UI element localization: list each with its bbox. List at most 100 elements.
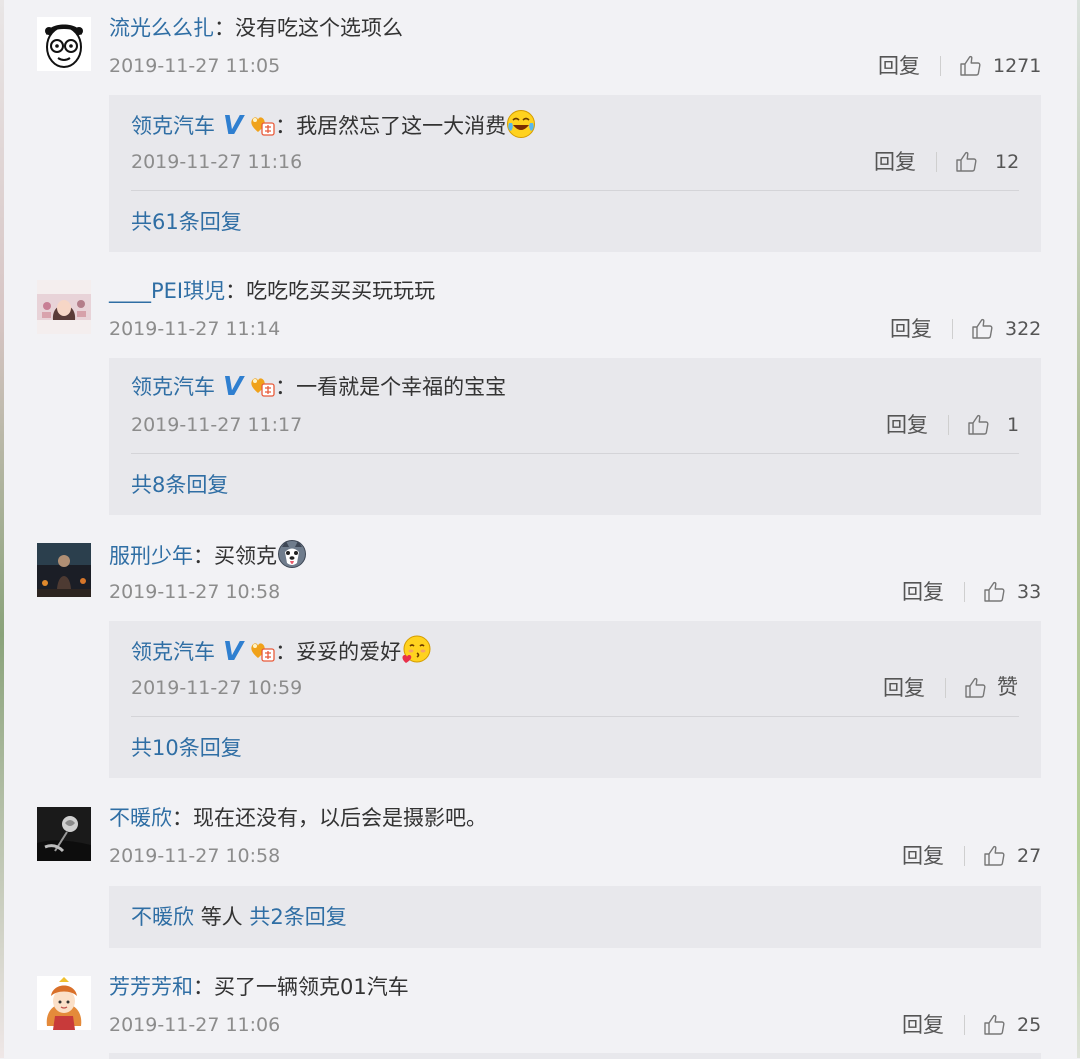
fan-badge-icon [249, 373, 275, 397]
reply-timestamp: 2019-11-27 11:16 [131, 151, 303, 173]
comment-text: 吃吃吃买买买玩玩玩 [246, 279, 436, 303]
reply-timestamp: 2019-11-27 10:59 [131, 677, 303, 699]
like-icon[interactable] [982, 844, 1006, 868]
reply-text: 妥妥的爱好 [296, 640, 402, 664]
comment-content: 芳芳芳和：买了一辆领克01汽车 [109, 972, 409, 1002]
like-icon[interactable] [954, 150, 978, 174]
separator [964, 582, 965, 602]
like-count: 322 [1005, 318, 1042, 340]
fan-badge-icon [249, 112, 275, 136]
comment-username[interactable]: 芳芳芳和 [109, 975, 193, 999]
laugh-cry-emoji [507, 110, 536, 138]
like-icon[interactable] [982, 1013, 1006, 1037]
rose-photo-avatar[interactable] [37, 807, 91, 861]
reply-box: 领克汽车 V ：妥妥的爱好 2019-11-27 10:59 回复 赞 共10条回复 [109, 621, 1041, 778]
comment-content: ____PEI琪児：吃吃吃买买买玩玩玩 [109, 276, 435, 306]
comment-colon: ： [193, 975, 214, 999]
more-replies-link[interactable]: 共61条回复 [131, 208, 242, 236]
verified-icon: V [223, 111, 244, 141]
comment-text: 买领克 [214, 544, 277, 568]
comment-timestamp: 2019-11-27 10:58 [109, 845, 281, 867]
more-replies-link[interactable]: 共2条回复 [249, 905, 346, 929]
reply-content: 领克汽车 V ：我居然忘了这一大消费 [131, 109, 536, 141]
reply-text: 一看就是个幸福的宝宝 [296, 375, 507, 399]
comment-username[interactable]: ____PEI琪児 [109, 279, 225, 303]
like-icon[interactable] [958, 54, 982, 78]
like-icon[interactable] [982, 580, 1006, 604]
dark-photo-avatar[interactable] [37, 543, 91, 597]
comment-timestamp: 2019-11-27 10:58 [109, 581, 281, 603]
cartoon-girl-avatar[interactable] [37, 976, 91, 1030]
comment-content: 不暖欣：现在还没有，以后会是摄影吧。 [109, 803, 487, 833]
reply-button[interactable]: 回复 [886, 411, 928, 439]
reply-text: 我居然忘了这一大消费 [296, 114, 507, 138]
reply-colon: ： [275, 114, 297, 138]
more-replies-row: 不暖欣 等人 共2条回复 [131, 903, 347, 931]
reply-box-partial [109, 1053, 1041, 1059]
reply-username[interactable]: 领克汽车 [131, 114, 215, 138]
husky-emoji [278, 540, 306, 568]
comment-content: 流光么么扎：没有吃这个选项么 [109, 13, 403, 43]
like-count: 27 [1017, 845, 1042, 867]
more-replies-mid: 等人 [200, 905, 243, 929]
comment-timestamp: 2019-11-27 11:05 [109, 55, 281, 77]
reply-colon: ： [275, 375, 297, 399]
comment-timestamp: 2019-11-27 11:14 [109, 318, 281, 340]
like-count: 12 [995, 151, 1020, 173]
fan-badge-icon [249, 638, 275, 662]
separator [952, 319, 953, 339]
reply-button[interactable]: 回复 [878, 52, 920, 80]
separator [964, 846, 965, 866]
reply-button[interactable]: 回复 [902, 1011, 944, 1039]
reply-colon: ： [275, 640, 297, 664]
comment-username[interactable]: 服刑少年 [109, 544, 193, 568]
comment-text: 买了一辆领克01汽车 [214, 975, 409, 999]
comment-username[interactable]: 流光么么扎 [109, 16, 214, 40]
reply-button[interactable]: 回复 [890, 315, 932, 343]
more-replies-user[interactable]: 不暖欣 [131, 905, 194, 929]
divider [131, 453, 1019, 454]
like-icon[interactable] [970, 317, 994, 341]
verified-icon: V [223, 637, 244, 667]
separator [936, 152, 937, 172]
reply-username[interactable]: 领克汽车 [131, 640, 215, 664]
like-count: 1271 [993, 55, 1042, 77]
divider [131, 716, 1019, 717]
separator [948, 415, 949, 435]
comment-colon: ： [172, 806, 193, 830]
reply-button[interactable]: 回复 [902, 578, 944, 606]
cartoon-face-avatar[interactable] [37, 17, 91, 71]
like-icon[interactable] [963, 676, 987, 700]
reply-content: 领克汽车 V ：妥妥的爱好 [131, 635, 431, 667]
separator [945, 678, 946, 698]
heart-kiss-emoji [402, 635, 431, 663]
reply-timestamp: 2019-11-27 11:17 [131, 414, 303, 436]
girl-photo-avatar[interactable] [37, 280, 91, 334]
comment-colon: ： [193, 544, 214, 568]
left-edge-decoration [0, 0, 4, 1058]
more-replies-link[interactable]: 共8条回复 [131, 471, 228, 499]
reply-box: 领克汽车 V ：我居然忘了这一大消费 2019-11-27 11:16 回复 12 … [109, 95, 1041, 252]
comment-text: 没有吃这个选项么 [235, 16, 403, 40]
comment-username[interactable]: 不暖欣 [109, 806, 172, 830]
divider [131, 190, 1019, 191]
like-count: 33 [1017, 581, 1042, 603]
separator [940, 56, 941, 76]
reply-button[interactable]: 回复 [902, 842, 944, 870]
comment-text: 现在还没有，以后会是摄影吧。 [193, 806, 487, 830]
comment-colon: ： [214, 16, 235, 40]
comment-content: 服刑少年：买领克 [109, 539, 307, 571]
more-replies-link[interactable]: 共10条回复 [131, 734, 242, 762]
verified-icon: V [223, 372, 244, 402]
comment-timestamp: 2019-11-27 11:06 [109, 1014, 281, 1036]
separator [964, 1015, 965, 1035]
reply-content: 领克汽车 V ：一看就是个幸福的宝宝 [131, 372, 506, 402]
reply-button[interactable]: 回复 [883, 674, 925, 702]
like-icon[interactable] [966, 413, 990, 437]
reply-button[interactable]: 回复 [874, 148, 916, 176]
reply-box: 领克汽车 V ：一看就是个幸福的宝宝 2019-11-27 11:17 回复 1 共… [109, 358, 1041, 515]
comment-colon: ： [225, 279, 247, 303]
reply-box: 不暖欣 等人 共2条回复 [109, 886, 1041, 948]
like-count: 1 [1007, 414, 1020, 436]
reply-username[interactable]: 领克汽车 [131, 375, 215, 399]
